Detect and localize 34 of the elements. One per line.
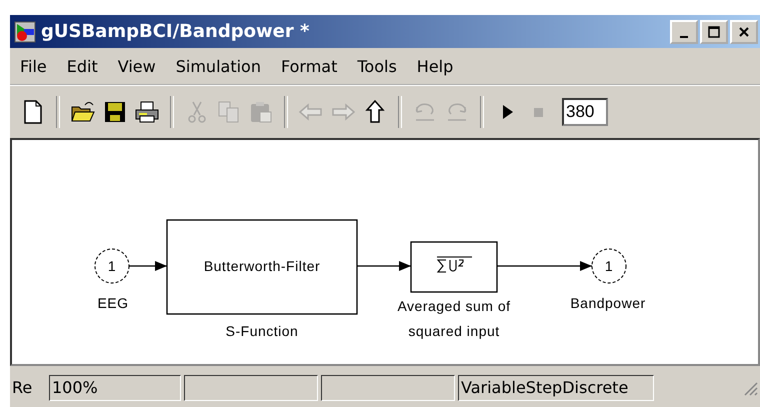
maximize-icon bbox=[708, 26, 720, 38]
menu-item[interactable]: Format bbox=[274, 54, 344, 78]
inport-block bbox=[94, 248, 130, 284]
minimize-icon bbox=[680, 36, 688, 38]
app-icon bbox=[14, 20, 36, 42]
menu-item[interactable]: View bbox=[112, 54, 162, 78]
port-number: 1 bbox=[108, 258, 116, 274]
close-icon bbox=[738, 26, 750, 38]
block-label: EEG bbox=[97, 295, 129, 311]
outport-block bbox=[592, 248, 626, 284]
zoom-level-pane: 100% bbox=[49, 374, 181, 400]
block-label: Averaged sum of bbox=[397, 298, 511, 314]
resize-grip[interactable] bbox=[742, 380, 758, 396]
menu-item[interactable]: Help bbox=[410, 54, 460, 78]
printer-icon[interactable] bbox=[134, 99, 160, 125]
block-label: S-Function bbox=[226, 323, 298, 339]
block-text: Butterworth-Filter bbox=[204, 258, 320, 274]
signal-line bbox=[357, 261, 411, 271]
sum-squared-icon bbox=[436, 256, 472, 273]
maximize-button[interactable] bbox=[700, 20, 728, 44]
window-title: gUSBampBCI/Bandpower * bbox=[41, 21, 310, 42]
minimize-button[interactable] bbox=[670, 20, 698, 44]
block-label: squared input bbox=[408, 323, 500, 339]
status-text: Re bbox=[12, 378, 34, 397]
menu-item[interactable]: Edit bbox=[60, 54, 104, 78]
stop-time-field[interactable]: 380 bbox=[562, 98, 608, 126]
menu-item[interactable]: File bbox=[14, 54, 53, 78]
solver-pane: VariableStepDiscrete bbox=[458, 374, 654, 400]
block-label: Bandpower bbox=[570, 295, 646, 311]
close-button[interactable] bbox=[730, 20, 758, 44]
menu-item[interactable]: Simulation bbox=[170, 54, 267, 78]
menu-item[interactable]: Tools bbox=[351, 54, 403, 78]
port-number: 1 bbox=[604, 258, 614, 274]
signal-line bbox=[129, 261, 167, 271]
